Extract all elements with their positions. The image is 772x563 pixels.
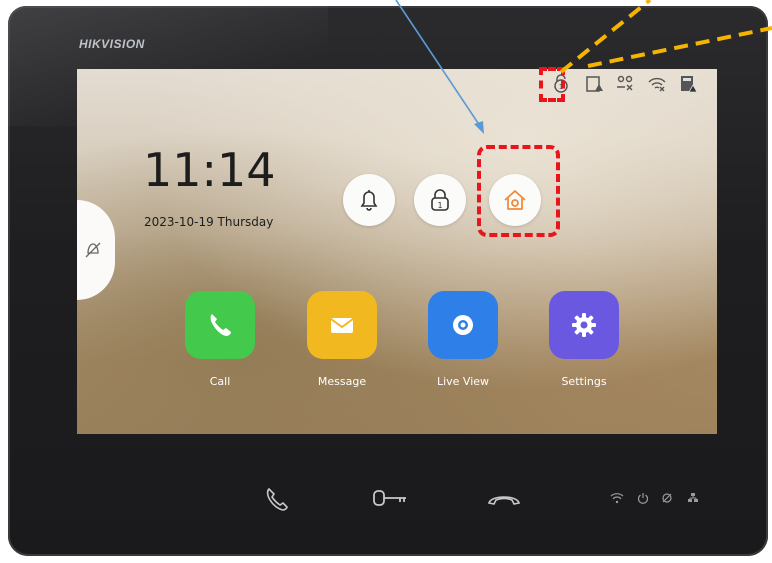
annotation-arrows — [395, 0, 772, 134]
pointer-arrow-head — [474, 121, 484, 134]
guide-line-upper — [559, 0, 652, 74]
pointer-arrow-line — [395, 0, 481, 127]
guide-line-right — [587, 26, 772, 68]
